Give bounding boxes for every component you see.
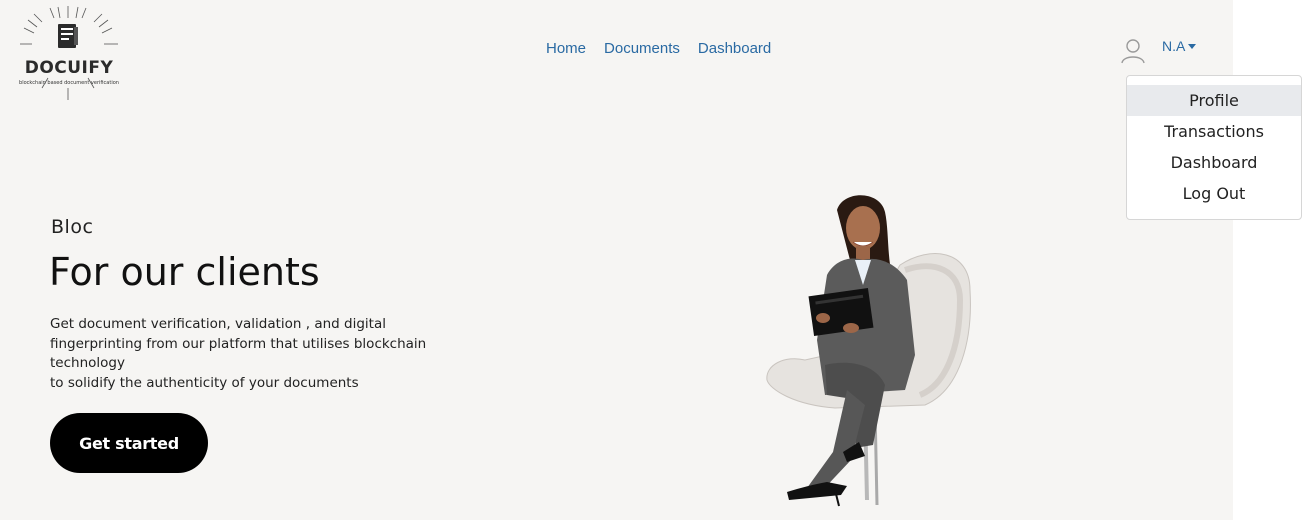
hero-businesswoman-image xyxy=(766,195,971,507)
page-background: DOCUIFY blockchain based document verifi… xyxy=(0,0,1233,520)
hero-description-line: to solidify the authenticity of your doc… xyxy=(50,374,359,391)
hero-kicker: Bloc xyxy=(51,216,94,238)
nav-documents-link[interactable]: Documents xyxy=(604,40,680,57)
brand-tagline: blockchain based document verification xyxy=(19,80,119,86)
get-started-button[interactable]: Get started xyxy=(50,413,208,473)
hero-description-line: Get document verification, validation , … xyxy=(50,316,386,332)
user-dropdown-menu: Profile Transactions Dashboard Log Out xyxy=(1126,75,1302,220)
brand-name: DOCUIFY xyxy=(24,58,114,78)
nav-dashboard-link[interactable]: Dashboard xyxy=(698,40,771,57)
hero-title: For our clients xyxy=(49,250,320,294)
hero-description-line: fingerprinting from our platform that ut… xyxy=(50,335,427,352)
menu-item-transactions[interactable]: Transactions xyxy=(1127,116,1301,147)
user-menu-toggle[interactable]: N.A xyxy=(1162,38,1197,54)
document-logo-icon xyxy=(20,6,118,100)
menu-item-logout[interactable]: Log Out xyxy=(1127,178,1301,209)
brand-logo[interactable]: DOCUIFY blockchain based document verifi… xyxy=(14,4,122,102)
main-nav: Home Documents Dashboard xyxy=(546,40,771,57)
caret-down-icon xyxy=(1188,44,1197,49)
menu-item-dashboard[interactable]: Dashboard xyxy=(1127,147,1301,178)
hero-description-line: technology xyxy=(50,355,125,371)
hero-description: Get document verification, validation , … xyxy=(50,315,450,393)
user-avatar-icon[interactable] xyxy=(1121,38,1145,64)
user-name: N.A xyxy=(1162,38,1186,54)
nav-home-link[interactable]: Home xyxy=(546,40,586,57)
menu-item-profile[interactable]: Profile xyxy=(1127,85,1301,116)
